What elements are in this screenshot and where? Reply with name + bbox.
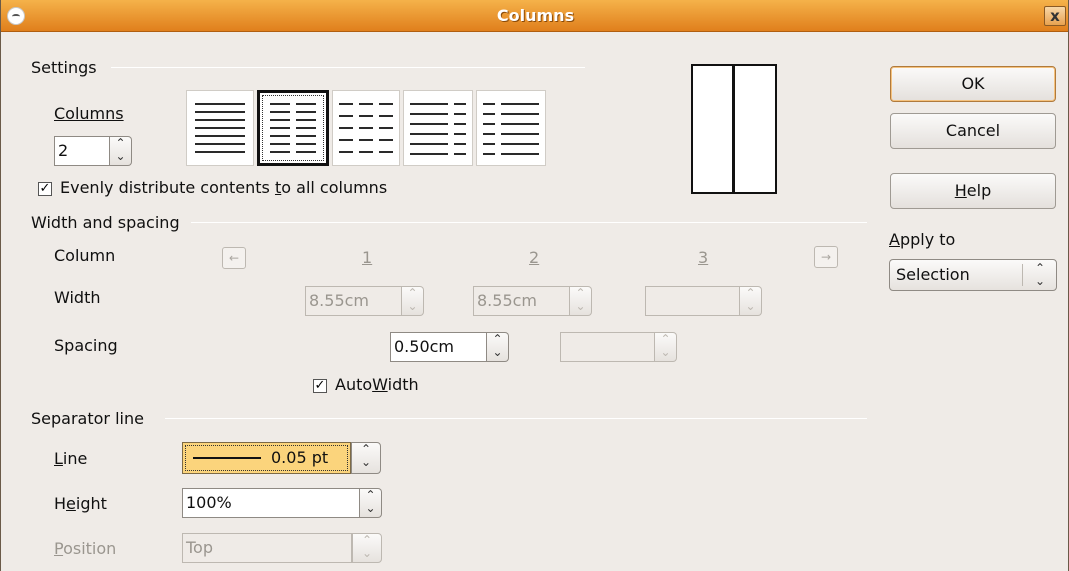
autowidth-checkbox[interactable]: ✓ [313,379,327,393]
columns-count-stepper[interactable]: ⌃ ⌄ [110,136,132,166]
autowidth-label-post: idth [387,375,419,394]
preset-left-wide[interactable] [403,90,473,166]
evenly-distribute-checkbox[interactable]: ✓ [38,182,52,196]
spacing-field-2[interactable] [560,332,655,362]
autowidth-label-pre: Auto [335,375,373,394]
position-dropdown-button[interactable]: ⌃ ⌄ [352,533,382,563]
title-bar: Columns x [1,0,1068,32]
line-sample-icon [193,457,261,459]
spin-down-icon[interactable]: ⌄ [352,456,380,469]
height-label-pre: H [54,494,67,513]
apply-to-accel: A [889,230,900,249]
height-label-post: ight [75,494,107,513]
line-style-dropdown[interactable]: 0.05 pt [182,442,351,474]
spin-down-icon[interactable]: ⌄ [110,150,131,163]
spin-down-icon[interactable]: ⌄ [402,300,423,313]
cancel-button[interactable]: Cancel [890,113,1056,149]
height-label-accel: e [66,494,76,513]
apply-to-dropdown-icon[interactable]: ⌃ ⌄ [1028,262,1052,288]
settings-heading: Settings [31,58,103,77]
preset-right-wide[interactable] [476,90,546,166]
evenly-distribute-label: Evenly distribute contents to all column… [60,178,387,197]
width-label: Width [54,288,101,307]
height-label: Height [54,494,107,513]
position-label-accel: P [54,539,64,558]
spin-down-icon[interactable]: ⌄ [570,300,591,313]
window-title: Columns [496,6,575,25]
autowidth-label: AutoWidth [335,375,419,394]
spacing-stepper-2[interactable]: ⌃ ⌄ [655,332,677,362]
columns-dialog: Columns x Settings Columns 2 ⌃ ⌄ ✓ Evenly… [0,0,1069,571]
width-stepper-col2[interactable]: ⌃ ⌄ [570,286,592,316]
column-label: Column [54,246,116,265]
spin-down-icon[interactable]: ⌄ [740,300,761,313]
preview-separator [732,66,735,192]
autowidth-label-accel: W [372,375,388,394]
apply-to-dropdown[interactable]: Selection ⌃ ⌄ [889,259,1057,291]
evenly-label-pre: Evenly distribute contents [60,178,275,197]
settings-divider [111,67,585,68]
spacing-field-1[interactable]: 0.50cm [390,332,487,362]
width-spacing-heading: Width and spacing [31,213,186,232]
prev-column-arrow-icon[interactable]: ← [222,247,246,269]
apply-to-rest: pply to [899,230,956,249]
position-label: Position [54,539,116,558]
width-stepper-col1[interactable]: ⌃ ⌄ [402,286,424,316]
column-number-1: 1 [362,248,373,267]
close-button[interactable]: x [1044,6,1066,26]
evenly-label-post: o all columns [281,178,388,197]
line-label-accel: L [54,449,63,468]
height-field[interactable]: 100% [182,488,360,518]
columns-label: Columns [54,104,124,123]
line-label-rest: ine [62,449,88,468]
spacing-stepper-1[interactable]: ⌃ ⌄ [487,332,509,362]
apply-to-label: Apply to [889,230,955,249]
separator-divider [165,418,867,419]
page-preview [691,64,777,194]
width-stepper-col3[interactable]: ⌃ ⌄ [740,286,762,316]
ok-button[interactable]: OK [890,66,1056,102]
next-column-arrow-icon[interactable]: → [814,246,838,268]
preset-three-columns[interactable] [332,90,400,166]
line-style-dropdown-button[interactable]: ⌃ ⌄ [351,442,381,474]
apply-to-value: Selection [896,265,970,284]
spin-down-icon[interactable]: ⌄ [487,346,508,359]
spin-down-icon[interactable]: ⌄ [353,547,381,560]
apply-to-divider [1022,264,1023,286]
width-field-col1[interactable]: 8.55cm [305,286,402,316]
separator-heading: Separator line [31,409,150,428]
columns-count-field[interactable]: 2 [54,136,110,166]
column-number-2: 2 [529,248,540,267]
columns-label-text: Columns [54,104,124,123]
spacing-label: Spacing [54,336,118,355]
spin-down-icon[interactable]: ⌄ [655,346,676,359]
spin-down-icon[interactable]: ⌄ [360,502,381,515]
width-field-col3[interactable] [645,286,740,316]
height-stepper[interactable]: ⌃ ⌄ [360,488,382,518]
spin-down-icon: ⌄ [1034,274,1046,288]
position-label-rest: osition [63,539,117,558]
preset-one-column[interactable] [186,90,254,166]
help-rest: elp [966,181,992,200]
width-field-col2[interactable]: 8.55cm [473,286,570,316]
column-number-3: 3 [698,248,709,267]
line-label: Line [54,449,87,468]
width-spacing-divider [191,222,867,223]
preset-two-columns[interactable] [257,90,329,166]
help-button[interactable]: Help [890,173,1056,209]
help-accel: H [954,181,967,200]
line-width-value: 0.05 pt [271,448,329,467]
position-dropdown[interactable]: Top [182,533,352,563]
